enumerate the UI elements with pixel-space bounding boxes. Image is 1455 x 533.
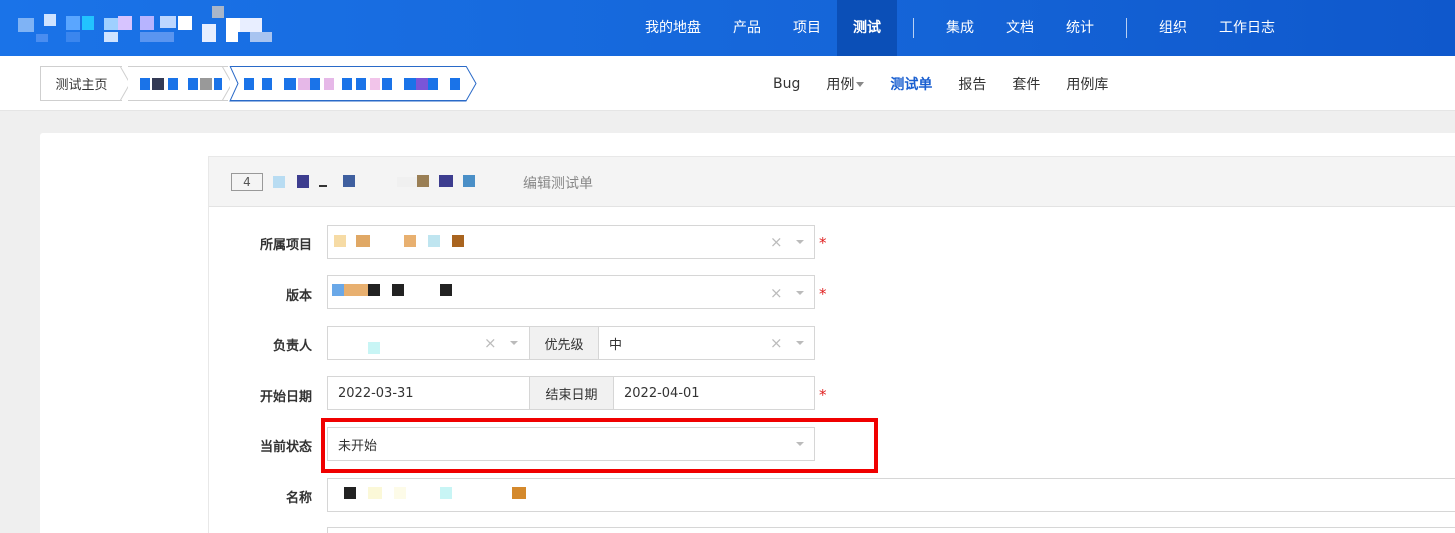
main-nav: 我的地盘 产品 项目 测试 集成 文档 统计 组织 工作日志 [629,0,1455,56]
owner-select[interactable] [327,326,530,360]
subnav-caselib[interactable]: 用例库 [1053,74,1121,94]
chevron-down-icon[interactable] [510,341,518,345]
highlight-box [321,418,878,473]
begin-date-input[interactable]: 2022-03-31 [327,376,530,410]
required-mark: * [819,234,827,252]
build-label: 版本 [285,289,312,304]
testtask-id-badge: 4 [231,173,263,191]
nav-worklog[interactable]: 工作日志 [1203,0,1291,56]
end-date-input[interactable]: 2022-04-01 [613,376,815,410]
nav-product[interactable]: 产品 [717,0,777,56]
build-select[interactable] [327,275,815,309]
breadcrumb-current-outline [229,66,477,102]
nav-project[interactable]: 项目 [777,0,837,56]
nav-my-dashboard[interactable]: 我的地盘 [629,0,717,56]
chevron-down-icon[interactable] [796,341,804,345]
form-header: 4 编辑测试单 [209,157,1455,207]
nav-divider [913,18,914,38]
clear-icon[interactable]: × [770,233,783,251]
priority-label: 优先级 [529,326,599,360]
nav-docs[interactable]: 文档 [990,0,1050,56]
subnav-testcase-label: 用例 [826,76,855,93]
next-field[interactable] [327,527,1455,533]
breadcrumb-home[interactable]: 测试主页 [40,66,122,101]
end-date-label: 结束日期 [529,376,614,410]
required-mark: * [819,386,827,404]
required-mark: * [819,285,827,303]
owner-label: 负责人 [272,339,312,354]
project-label: 所属项目 [259,238,312,253]
subnav-report[interactable]: 报告 [945,74,999,94]
company-logo[interactable] [0,0,290,56]
chevron-down-icon[interactable] [796,240,804,244]
clear-icon[interactable]: × [770,334,783,352]
subnav-suite[interactable]: 套件 [999,74,1053,94]
clear-icon[interactable]: × [484,334,497,352]
name-label: 名称 [285,491,312,506]
name-input[interactable] [327,478,1455,512]
status-label: 当前状态 [259,440,312,455]
breadcrumb-product[interactable] [128,66,228,101]
nav-organization[interactable]: 组织 [1143,0,1203,56]
nav-stats[interactable]: 统计 [1050,0,1110,56]
subnav-bug[interactable]: Bug [760,76,813,92]
subnav-testtask[interactable]: 测试单 [877,74,945,94]
nav-integration[interactable]: 集成 [930,0,990,56]
begin-date-label: 开始日期 [259,390,312,405]
form-title: 编辑测试单 [523,176,593,192]
test-subnav: Bug 用例 测试单 报告 套件 用例库 [760,56,1121,111]
top-navbar: 我的地盘 产品 项目 测试 集成 文档 统计 组织 工作日志 [0,0,1455,56]
chevron-down-icon[interactable] [796,291,804,295]
project-select[interactable] [327,225,815,259]
nav-divider [1126,18,1127,38]
sub-navbar: 测试主页 Bug 用例 测试单 报告 套件 用例库 [0,56,1455,111]
clear-icon[interactable]: × [770,284,783,302]
nav-test[interactable]: 测试 [837,0,897,56]
subnav-testcase[interactable]: 用例 [813,74,877,94]
chevron-down-icon [856,82,865,87]
